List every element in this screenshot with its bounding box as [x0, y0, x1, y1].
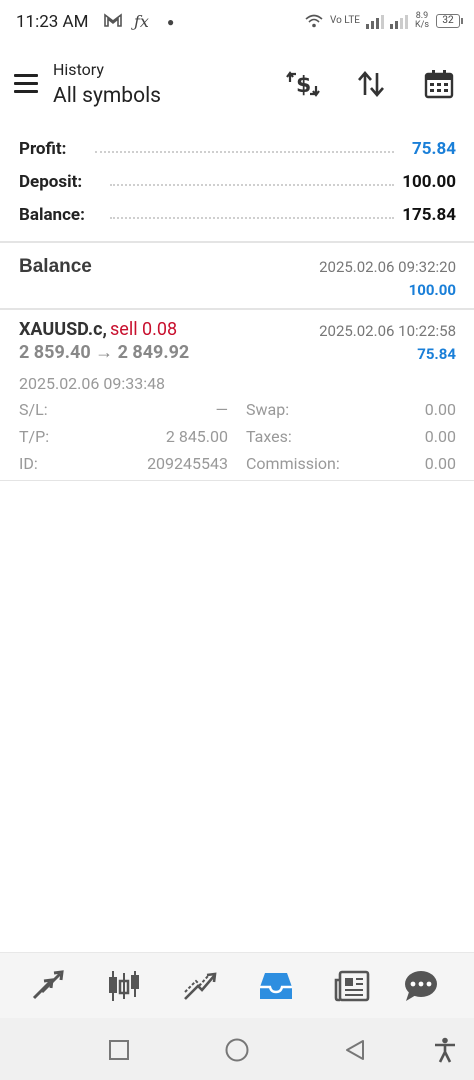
status-time: 11:23 AM	[16, 12, 89, 32]
commission-value: 0.00	[424, 454, 456, 473]
home-icon[interactable]	[223, 1036, 251, 1064]
status-bar: 11:23 AM ƒx ● Vo LTE 8.9 K/s 32	[0, 0, 474, 46]
profit-label: Profit:	[19, 139, 73, 159]
sl-value: —	[215, 400, 229, 419]
deal-open-datetime: 2025.02.06 10:22:58	[319, 322, 456, 340]
network-label: Vo LTE	[329, 15, 360, 26]
net-speed: 8.9 K/s	[414, 11, 429, 30]
candlestick-chart-icon[interactable]	[104, 967, 144, 1005]
taxes-label: Taxes:	[246, 427, 292, 446]
battery-icon: 32	[436, 14, 463, 28]
swap-label: Swap:	[246, 400, 290, 419]
commission-label: Commission:	[246, 454, 340, 473]
leader-dots	[110, 217, 394, 219]
deal-symbol: XAUUSD.c,	[19, 319, 107, 340]
id-value: 209245543	[147, 454, 228, 473]
news-icon[interactable]	[332, 967, 372, 1005]
sl-label: S/L:	[19, 400, 48, 419]
summary-row-balance: Balance: 175.84	[0, 200, 474, 233]
summary-row-deposit: Deposit: 100.00	[0, 167, 474, 200]
history-inbox-icon[interactable]	[256, 967, 296, 1005]
profit-value: 75.84	[406, 139, 456, 159]
back-icon[interactable]	[341, 1036, 369, 1064]
deal-prices: 2 859.40 → 2 849.92	[19, 342, 190, 363]
deposit-value: 100.00	[396, 172, 456, 192]
currency-exchange-icon[interactable]: $	[283, 66, 323, 102]
balance-entry-title: Balance	[19, 256, 92, 277]
status-right: Vo LTE 8.9 K/s 32	[304, 11, 463, 30]
system-navigation-bar	[0, 1018, 474, 1080]
fx-icon: ƒx	[134, 12, 149, 31]
balance-value: 175.84	[396, 205, 456, 225]
menu-icon[interactable]	[14, 74, 38, 94]
deal-close-datetime: 2025.02.06 09:33:48	[19, 374, 166, 393]
toolbar-title[interactable]: All symbols	[53, 84, 161, 108]
accessibility-icon[interactable]	[431, 1036, 459, 1064]
deal-side: sell 0.08	[110, 319, 178, 340]
swap-value: 0.00	[424, 400, 456, 419]
tp-value: 2 845.00	[165, 427, 228, 446]
dot-icon: ●	[167, 15, 175, 29]
signal-icon	[366, 13, 384, 29]
summary-block: Profit: 75.84 Deposit: 100.00 Balance: 1…	[0, 134, 474, 233]
balance-entry-datetime: 2025.02.06 09:32:20	[319, 258, 456, 276]
id-label: ID:	[19, 454, 38, 473]
balance-label: Balance:	[19, 205, 91, 225]
recent-apps-icon[interactable]	[105, 1036, 133, 1064]
taxes-value: 0.00	[424, 427, 456, 446]
trade-line-icon[interactable]	[180, 967, 220, 1005]
divider	[0, 480, 474, 481]
divider	[0, 241, 474, 243]
signal-2-icon	[390, 13, 408, 29]
summary-row-profit: Profit: 75.84	[0, 134, 474, 167]
chat-icon[interactable]	[401, 967, 441, 1005]
leader-dots	[110, 184, 394, 186]
deal-profit: 75.84	[417, 345, 456, 363]
balance-entry-amount: 100.00	[408, 281, 456, 299]
svg-text:$: $	[296, 73, 311, 98]
tp-label: T/P:	[19, 427, 50, 446]
deposit-label: Deposit:	[19, 172, 89, 192]
calendar-icon[interactable]	[419, 66, 459, 102]
wifi-icon	[305, 14, 323, 28]
toolbar-subtitle: History	[53, 60, 104, 79]
trade-arrows-icon[interactable]	[28, 967, 68, 1005]
app-toolbar: History All symbols $	[0, 46, 474, 126]
gmail-icon	[104, 12, 122, 32]
sort-icon[interactable]	[351, 66, 391, 102]
leader-dots	[95, 151, 394, 153]
bottom-navigation	[0, 952, 474, 1018]
divider	[0, 308, 474, 310]
